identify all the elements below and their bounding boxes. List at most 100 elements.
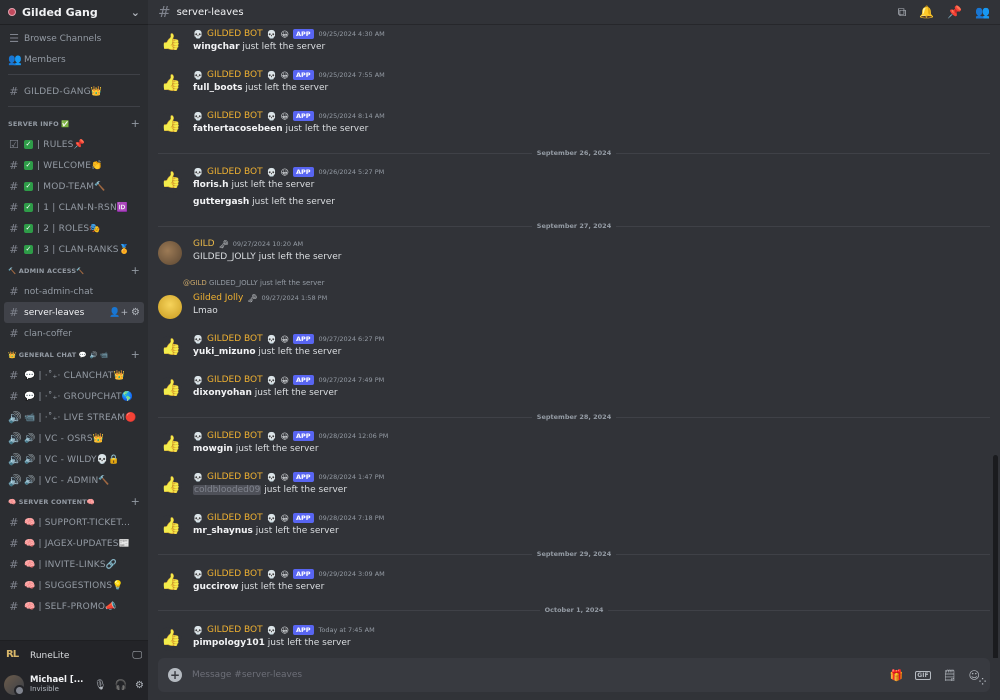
attach-plus-icon[interactable]: + (168, 668, 182, 682)
channel-rules[interactable]: ☑ ✓ | RULES📌 (0, 134, 148, 155)
message-author[interactable]: GILDED BOT (207, 472, 263, 482)
gear-icon[interactable]: ⚙ (131, 307, 140, 318)
message-author[interactable]: GILDED BOT (207, 334, 263, 344)
microphone-icon[interactable]: 🎙 (94, 680, 107, 691)
bot-avatar[interactable] (158, 474, 182, 498)
screen-share-icon[interactable]: 🖵 (132, 650, 142, 661)
member-list-icon[interactable]: 👥 (975, 5, 990, 20)
message-author[interactable]: GILDED BOT (207, 167, 263, 177)
channel-clanchat[interactable]: # 💬 | ⋅˚₊‧ CLANCHAT👑 (0, 365, 148, 386)
bot-avatar[interactable] (158, 515, 182, 539)
channel-gilded-gang[interactable]: # GILDED-GANG👑 (0, 81, 148, 102)
bot-avatar[interactable] (158, 336, 182, 360)
message-author[interactable]: GILDED BOT (207, 29, 263, 39)
bot-avatar[interactable] (158, 31, 182, 55)
headphones-icon[interactable]: 🎧 (115, 680, 127, 691)
bot-avatar[interactable] (158, 571, 182, 595)
bell-icon[interactable]: 🔔 (919, 5, 934, 20)
message[interactable]: GILD 🗝 09/27/2024 10:20 AM GILDED_JOLLY ju… (158, 239, 990, 271)
threads-icon[interactable]: ⧉ (898, 5, 907, 20)
category-general-chat[interactable]: 👑 GENERAL CHAT 💬 🔊 📹 + (0, 344, 148, 365)
channel-clan-n-rsn[interactable]: # ✓ | 1 | CLAN-N-RSN🆔 (0, 197, 148, 218)
bot-avatar[interactable] (158, 377, 182, 401)
message[interactable]: 💀GILDED BOT💀😀APPToday at 7:45 AM pimpolo… (158, 625, 990, 657)
bot-avatar[interactable] (158, 433, 182, 457)
browse-channels[interactable]: ☰ Browse Channels (0, 28, 148, 49)
app-badge: APP (292, 513, 314, 523)
gift-icon[interactable]: 🎁 (890, 669, 904, 682)
apps-icon[interactable]: ⁘ (977, 675, 988, 690)
message[interactable]: 💀GILDED BOT💀😀APP09/27/2024 7:49 PM dixon… (158, 375, 990, 407)
message[interactable]: Gilded Jolly 🗝 09/27/2024 1:58 PM Lmao (158, 293, 990, 325)
message[interactable]: 💀GILDED BOT💀😀APP09/27/2024 6:27 PM yuki_… (158, 334, 990, 366)
pin-icon[interactable]: 📌 (947, 5, 962, 20)
speaker-icon: 🔊 (8, 411, 22, 424)
message-author[interactable]: Gilded Jolly (193, 293, 243, 303)
channel-groupchat[interactable]: # 💬 | ⋅˚₊‧ GROUPCHAT🌎 (0, 386, 148, 407)
message[interactable]: 💀GILDED BOT💀😀APP09/25/2024 7:55 AM full_… (158, 70, 990, 102)
message[interactable]: 💀GILDED BOT💀😀APP09/25/2024 8:14 AM fathe… (158, 111, 990, 143)
add-channel-icon[interactable]: + (131, 117, 140, 130)
add-channel-icon[interactable]: + (131, 348, 140, 361)
channel-not-admin-chat[interactable]: # not-admin-chat (0, 281, 148, 302)
channel-self-promo[interactable]: # 🧠 | SELF-PROMO📣 (0, 596, 148, 617)
message-author[interactable]: GILDED BOT (207, 111, 263, 121)
bot-avatar[interactable] (158, 72, 182, 96)
channel-label: 💬 | ⋅˚₊‧ CLANCHAT👑 (24, 370, 126, 381)
channel-live-stream[interactable]: 🔊 📹 | ⋅˚₊‧ LIVE STREAM🔴 (0, 407, 148, 428)
channel-suggestions[interactable]: # 🧠 | SUGGESTIONS💡 (0, 575, 148, 596)
channel-vc-osrs[interactable]: 🔊 🔊 | VC - OSRS👑 (0, 428, 148, 449)
bot-avatar[interactable] (158, 113, 182, 137)
message[interactable]: 💀GILDED BOT💀😀APP09/28/2024 12:06 PM mowg… (158, 431, 990, 463)
message-author[interactable]: GILD (193, 239, 215, 249)
avatar[interactable] (158, 295, 182, 319)
message-input[interactable]: Message #server-leaves (192, 670, 890, 680)
spoiler-username[interactable]: coldblooded09 (193, 485, 262, 495)
channel-vc-admin[interactable]: 🔊 🔊 | VC - ADMIN🔨 (0, 470, 148, 491)
channel-welcome[interactable]: # ✓ | WELCOME👏 (0, 155, 148, 176)
channel-label: | 3 | CLAN-RANKS🏅 (37, 244, 131, 255)
message[interactable]: 💀GILDED BOT💀😀APP09/28/2024 1:47 PM coldb… (158, 472, 990, 504)
message[interactable]: 💀GILDED BOT💀😀APP09/26/2024 5:27 PM flori… (158, 167, 990, 199)
channel-roles[interactable]: # ✓ | 2 | ROLES🎭 (0, 218, 148, 239)
user-info[interactable]: Michael [... Invisible (30, 676, 83, 693)
chevron-down-icon[interactable]: ⌄ (131, 6, 140, 19)
reply-preview[interactable]: @GILD GILDED_JOLLY just left the server (183, 279, 325, 287)
avatar[interactable] (158, 241, 182, 265)
message-author[interactable]: GILDED BOT (207, 70, 263, 80)
message[interactable]: 💀GILDED BOT💀😀APP09/29/2024 3:09 AM gucci… (158, 569, 990, 601)
gear-icon[interactable]: ⚙ (135, 680, 144, 691)
message[interactable]: 💀GILDED BOT💀😀APP09/25/2024 4:30 AM wingc… (158, 29, 990, 61)
channel-server-leaves[interactable]: # server-leaves 👤+ ⚙ (4, 302, 144, 323)
message[interactable]: 💀GILDED BOT💀😀APP09/28/2024 7:18 PM mr_sh… (158, 513, 990, 545)
add-channel-icon[interactable]: + (131, 264, 140, 277)
channel-settings-icons[interactable]: 👤+ ⚙ (109, 307, 140, 318)
server-header[interactable]: Gilded Gang ⌄ (0, 0, 148, 25)
activity-runelite[interactable]: RL RuneLite 🖵 (0, 640, 148, 670)
category-server-info[interactable]: SERVER INFO ✅ + (0, 113, 148, 134)
bot-avatar[interactable] (158, 627, 182, 651)
message-author[interactable]: GILDED BOT (207, 375, 263, 385)
add-channel-icon[interactable]: + (131, 495, 140, 508)
channel-vc-wildy[interactable]: 🔊 🔊 | VC - WILDY💀🔒 (0, 449, 148, 470)
avatar[interactable] (4, 675, 25, 696)
channel-clan-coffer[interactable]: # clan-coffer (0, 323, 148, 344)
category-server-content[interactable]: 🧠 SERVER CONTENT🧠 + (0, 491, 148, 512)
message-author[interactable]: GILDED BOT (207, 431, 263, 441)
gif-icon[interactable]: GIF (915, 670, 931, 680)
channel-clan-ranks[interactable]: # ✓ | 3 | CLAN-RANKS🏅 (0, 239, 148, 260)
message-continuation[interactable]: guttergash just left the server (193, 197, 335, 207)
channel-mod-team[interactable]: # ✓ | MOD-TEAM🔨 (0, 176, 148, 197)
members-item[interactable]: 👥 Members (0, 49, 148, 70)
sticker-icon[interactable]: 🗒 (943, 669, 957, 682)
message-author[interactable]: GILDED BOT (207, 569, 263, 579)
channel-invite-links[interactable]: # 🧠 | INVITE-LINKS🔗 (0, 554, 148, 575)
reply-mention[interactable]: @GILD (183, 279, 207, 287)
channel-support-ticket[interactable]: # 🧠 | SUPPORT-TICKET... (0, 512, 148, 533)
bot-avatar[interactable] (158, 169, 182, 193)
message-author[interactable]: GILDED BOT (207, 513, 263, 523)
message-author[interactable]: GILDED BOT (207, 625, 263, 635)
channel-jagex-updates[interactable]: # 🧠 | JAGEX-UPDATES📰 (0, 533, 148, 554)
category-admin-access[interactable]: 🔨 ADMIN ACCESS🔨 + (0, 260, 148, 281)
scrollbar[interactable] (993, 455, 998, 658)
